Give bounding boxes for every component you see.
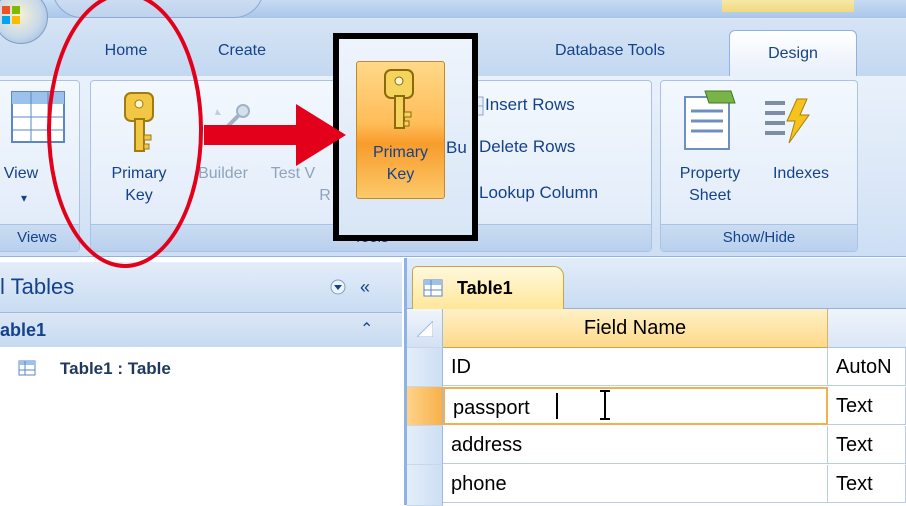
select-all-corner[interactable] bbox=[407, 309, 443, 348]
view-button-label[interactable]: View bbox=[0, 163, 47, 184]
nav-pane-header[interactable]: l Tables « bbox=[0, 262, 402, 313]
tab-design[interactable]: Design bbox=[729, 30, 857, 77]
field-name-cell-active[interactable]: passport bbox=[443, 387, 828, 425]
red-annotation-ellipse bbox=[47, 0, 203, 268]
office-logo-icon bbox=[2, 6, 20, 24]
data-type-cell[interactable]: AutoN bbox=[828, 348, 906, 386]
field-name-cell[interactable]: address bbox=[443, 426, 828, 464]
primary-key-zoomed-button[interactable]: Primary Key bbox=[356, 61, 445, 199]
text-caret bbox=[556, 393, 558, 419]
corner-triangle-icon bbox=[417, 321, 433, 337]
property-sheet-icon bbox=[684, 90, 736, 150]
table-tab-icon bbox=[423, 279, 443, 297]
row-selector[interactable] bbox=[407, 465, 443, 506]
nav-group-table1[interactable]: able1 ⌃ bbox=[0, 313, 402, 347]
row-selector[interactable] bbox=[407, 426, 443, 465]
tab-create[interactable]: Create bbox=[205, 34, 279, 68]
data-type-cell[interactable]: Text bbox=[828, 387, 906, 425]
contextual-tab-label bbox=[722, 0, 854, 12]
data-type-cell[interactable]: Text bbox=[828, 426, 906, 464]
ibeam-cursor-icon bbox=[600, 390, 610, 420]
view-dropdown-icon[interactable]: ▾ bbox=[21, 191, 27, 205]
nav-item-label: Table1 : Table bbox=[60, 359, 171, 378]
test-validation-label-2: R bbox=[319, 187, 331, 204]
field-name-cell[interactable]: ID bbox=[443, 348, 828, 386]
nav-pane-collapse-icon[interactable]: « bbox=[360, 262, 370, 312]
tab-database-tools[interactable]: Database Tools bbox=[520, 34, 700, 68]
nav-group-collapse-icon[interactable]: ⌃ bbox=[360, 313, 373, 347]
views-group-label: Views bbox=[0, 224, 79, 251]
lookup-column-button[interactable]: Lookup Column bbox=[479, 183, 598, 203]
show-hide-group-label: Show/Hide bbox=[661, 224, 857, 251]
table-icon bbox=[18, 360, 36, 376]
indexes-button[interactable]: Indexes bbox=[761, 163, 841, 184]
property-sheet-label-1[interactable]: Property bbox=[665, 163, 755, 184]
nav-pane-menu-icon[interactable] bbox=[330, 279, 346, 295]
nav-pane-title: l Tables bbox=[0, 274, 75, 299]
primary-key-zoomed-icon bbox=[384, 69, 414, 129]
column-header-field-name[interactable]: Field Name bbox=[443, 309, 828, 348]
delete-rows-button[interactable]: Delete Rows bbox=[479, 137, 575, 157]
insert-rows-button[interactable]: Insert Rows bbox=[485, 95, 575, 115]
row-selector-current[interactable] bbox=[407, 387, 443, 426]
indexes-icon bbox=[765, 98, 810, 144]
property-sheet-label-2[interactable]: Sheet bbox=[665, 185, 755, 206]
show-hide-group: Property Sheet Indexes Show/Hide bbox=[660, 80, 858, 252]
nav-group-label: able1 bbox=[0, 320, 47, 340]
row-selector[interactable] bbox=[407, 348, 443, 387]
red-arrow-icon bbox=[204, 104, 346, 166]
nav-item-table1[interactable]: Table1 : Table bbox=[0, 349, 402, 389]
document-tab-label: Table1 bbox=[457, 278, 513, 298]
primary-key-zoomed-label-1: Primary bbox=[372, 144, 429, 161]
column-header-data-type[interactable] bbox=[828, 309, 906, 348]
primary-key-zoomed-label-2: Key bbox=[386, 166, 415, 183]
data-type-cell[interactable]: Text bbox=[828, 465, 906, 503]
document-tab-table1[interactable]: Table1 bbox=[412, 266, 564, 309]
overlap-label-bu: Bu bbox=[446, 138, 467, 157]
field-name-cell[interactable]: phone bbox=[443, 465, 828, 503]
